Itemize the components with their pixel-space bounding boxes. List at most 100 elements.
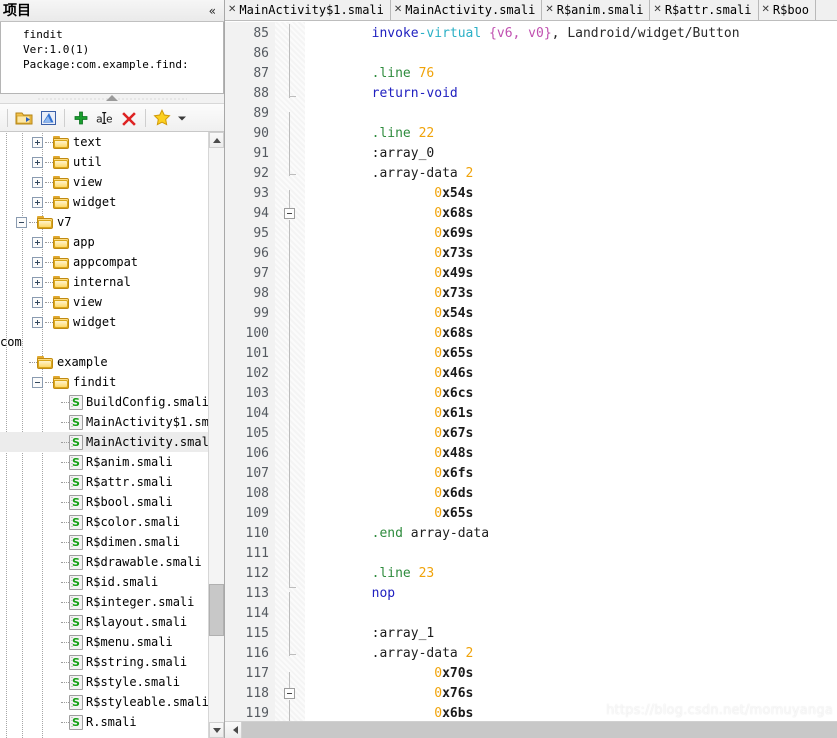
project-panel: 项目 « findit Ver:1.0(1) Package:com.examp… <box>0 0 225 738</box>
code-token: x68s <box>442 206 474 221</box>
tree-expand-icon[interactable] <box>32 236 43 248</box>
tree-item-label: com <box>0 335 22 349</box>
folder-icon <box>53 255 70 269</box>
fold-line <box>289 220 290 556</box>
tree-file-item[interactable]: R$layout.smali <box>0 612 208 632</box>
tree-collapse-icon[interactable] <box>16 216 27 228</box>
tree-file-item[interactable]: R$dimen.smali <box>0 532 208 552</box>
editor-tabbar[interactable]: ✕ MainActivity$1.smali ✕ MainActivity.smali… <box>225 0 837 21</box>
close-icon[interactable]: ✕ <box>228 5 236 15</box>
tree-file-item[interactable]: BuildConfig.smali <box>0 392 208 412</box>
tree-file-item[interactable]: R$string.smali <box>0 652 208 672</box>
tree-file-item[interactable]: MainActivity.smali <box>0 432 208 452</box>
panel-splitter[interactable] <box>0 94 224 104</box>
scroll-thumb[interactable] <box>209 584 224 636</box>
close-icon[interactable]: ✕ <box>762 5 770 15</box>
scroll-track[interactable] <box>209 148 224 722</box>
code-token: :array_1 <box>371 626 435 641</box>
tree-connector <box>45 201 53 203</box>
tree-folder-item[interactable]: appcompat <box>0 252 208 272</box>
tree-file-item[interactable]: R$anim.smali <box>0 452 208 472</box>
tree-expand-icon[interactable] <box>32 296 43 308</box>
rebuild-apk-icon[interactable] <box>37 107 59 129</box>
project-tree[interactable]: text util view widget v7 app appcompat internal… <box>0 132 208 738</box>
tree-folder-item[interactable]: internal <box>0 272 208 292</box>
close-icon[interactable]: ✕ <box>545 5 553 15</box>
scroll-left-button[interactable] <box>225 722 242 738</box>
hscroll-thumb[interactable] <box>242 722 837 738</box>
tree-connector <box>61 661 69 663</box>
collapse-panel-button[interactable]: « <box>205 5 220 17</box>
tree-file-item[interactable]: R$drawable.smali <box>0 552 208 572</box>
tree-folder-item[interactable]: com <box>0 332 208 352</box>
code-token: :array_0 <box>371 146 435 161</box>
line-number: 92 <box>253 166 269 181</box>
editor-tab[interactable]: ✕ R$anim.smali <box>542 0 651 20</box>
tree-expand-icon[interactable] <box>32 176 43 188</box>
tree-folder-item[interactable]: view <box>0 292 208 312</box>
fold-collapse-box[interactable] <box>284 688 295 699</box>
dropdown-arrow-icon[interactable] <box>175 107 189 129</box>
tree-folder-item[interactable]: findit <box>0 372 208 392</box>
tree-file-item[interactable]: R$integer.smali <box>0 592 208 612</box>
delete-icon[interactable] <box>118 107 140 129</box>
close-icon[interactable]: ✕ <box>653 5 661 15</box>
add-icon[interactable] <box>70 107 92 129</box>
tree-file-item[interactable]: R$bool.smali <box>0 492 208 512</box>
tree-file-item[interactable]: R$menu.smali <box>0 632 208 652</box>
tree-folder-item[interactable]: view <box>0 172 208 192</box>
tree-expand-icon[interactable] <box>32 256 43 268</box>
tree-expand-icon[interactable] <box>32 136 43 148</box>
tree-file-item[interactable]: R$styleable.smali <box>0 692 208 712</box>
tree-expand-icon[interactable] <box>32 156 43 168</box>
tree-folder-item[interactable]: text <box>0 132 208 152</box>
splitter-collapse-arrow-icon[interactable] <box>106 95 118 101</box>
tree-item-label: R$integer.smali <box>86 595 195 609</box>
scroll-down-button[interactable] <box>209 722 224 738</box>
rename-icon[interactable]: a e <box>94 107 116 129</box>
line-number-gutter: 85 86 87 88 89 90 91 92 93 94 95 96 97 98 99 100 101 102 1… <box>225 22 275 721</box>
editor-tab[interactable]: ✕ R$attr.smali <box>650 0 759 20</box>
tree-folder-item[interactable]: util <box>0 152 208 172</box>
line-number: 118 <box>245 686 269 701</box>
tree-connector <box>61 561 69 563</box>
code-content[interactable]: invoke-virtual {v6, v0}, Landroid/widget… <box>305 22 837 721</box>
project-toolbar: a e <box>0 104 224 132</box>
tree-file-item[interactable]: R$id.smali <box>0 572 208 592</box>
tree-file-item[interactable]: R$attr.smali <box>0 472 208 492</box>
tree-folder-item[interactable]: widget <box>0 312 208 332</box>
tree-folder-item[interactable]: app <box>0 232 208 252</box>
tree-item-label: MainActivity.smali <box>86 435 208 449</box>
tree-collapse-icon[interactable] <box>32 376 43 388</box>
tree-file-item[interactable]: R$style.smali <box>0 672 208 692</box>
tree-folder-item[interactable]: v7 <box>0 212 208 232</box>
folder-icon <box>53 295 70 309</box>
line-number: 94 <box>253 206 269 221</box>
close-icon[interactable]: ✕ <box>394 5 402 15</box>
tree-expand-icon[interactable] <box>32 316 43 328</box>
tree-file-item[interactable]: R.smali <box>0 712 208 732</box>
editor-tab[interactable]: ✕ MainActivity$1.smali <box>225 0 391 20</box>
tree-expand-icon[interactable] <box>32 276 43 288</box>
code-token: 0 <box>434 386 443 401</box>
tree-folder-item[interactable]: example <box>0 352 208 372</box>
project-name: findit <box>23 28 63 41</box>
editor-horizontal-scrollbar[interactable] <box>225 721 837 738</box>
tree-vertical-scrollbar[interactable] <box>208 132 224 738</box>
code-fold-gutter[interactable] <box>275 22 305 721</box>
code-token: x49s <box>442 266 474 281</box>
tree-expand-icon[interactable] <box>32 196 43 208</box>
scroll-up-button[interactable] <box>209 132 224 148</box>
open-project-icon[interactable] <box>13 107 35 129</box>
editor-tab[interactable]: ✕ R$boo <box>758 0 817 20</box>
fold-collapse-box[interactable] <box>284 208 295 219</box>
tree-file-item[interactable]: R$color.smali <box>0 512 208 532</box>
tree-folder-item[interactable]: widget <box>0 192 208 212</box>
tree-file-item[interactable]: MainActivity$1.sma <box>0 412 208 432</box>
favorite-icon[interactable] <box>151 107 173 129</box>
editor-tab[interactable]: ✕ MainActivity.smali <box>390 0 543 20</box>
